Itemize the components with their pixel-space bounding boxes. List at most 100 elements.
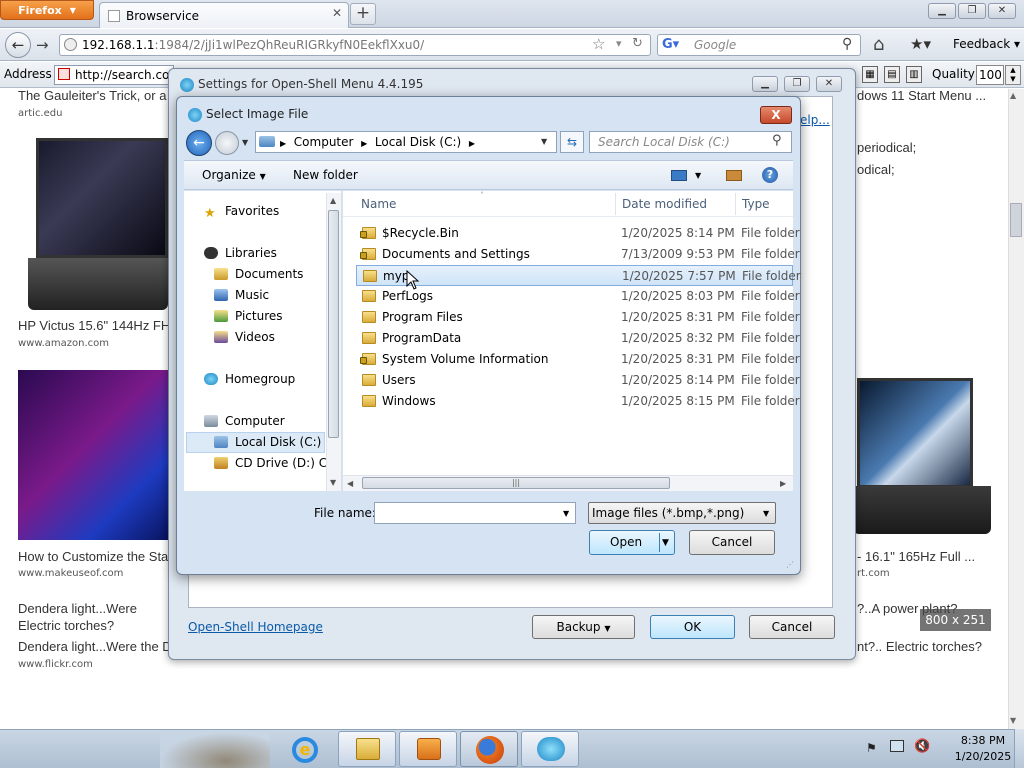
refresh-icon[interactable]: ⇆ [560,131,584,153]
dialog-cancel-button[interactable]: Cancel [689,530,775,555]
file-row[interactable]: Windows 1/20/2025 8:15 PM File folder [356,391,800,412]
file-type-select[interactable]: Image files (*.bmp,*.png) [588,502,776,524]
bookmarks-menu-icon[interactable]: ★▾ [910,35,931,53]
column-header-type[interactable]: Type [742,197,770,211]
dialog-close-button[interactable]: X [760,106,792,124]
quality-input[interactable]: 100 [976,65,1004,85]
column-divider[interactable] [735,193,736,215]
search-icon[interactable]: ⚲ [842,36,852,52]
new-folder-button[interactable]: New folder [293,168,358,182]
column-header-date[interactable]: Date modified [622,197,707,211]
nav-music[interactable]: Music [214,288,269,302]
taskbar-clock[interactable]: 8:38 PM 1/20/2025 [946,733,1020,765]
scroll-down-icon[interactable]: ▼ [330,478,336,487]
column-header-name[interactable]: Name [361,197,396,211]
nav-cd-drive[interactable]: CD Drive (D:) CDI [214,456,326,470]
back-button[interactable]: ← [5,32,31,58]
history-dropdown-icon[interactable]: ▾ [616,37,622,50]
forward-arrow-icon[interactable] [215,131,239,155]
show-desktop-button[interactable] [1014,729,1024,768]
file-row[interactable]: $Recycle.Bin 1/20/2025 8:14 PM File folder [356,223,800,244]
nav-homegroup[interactable]: Homegroup [204,372,295,386]
back-arrow-icon[interactable]: ← [186,130,212,156]
reload-icon[interactable]: ↻ [632,36,643,51]
nav-computer[interactable]: Computer [204,414,285,428]
backup-button[interactable]: Backup ▼ [532,615,635,639]
recent-locations-icon[interactable]: ▼ [242,138,248,147]
breadcrumb-local-disk[interactable]: Local Disk (C:) [375,135,461,149]
nav-pictures[interactable]: Pictures [214,309,283,323]
settings-close-button[interactable]: ✕ [816,76,842,92]
file-row[interactable]: PerfLogs 1/20/2025 8:03 PM File folder [356,286,800,307]
result-title[interactable]: How to Customize the Sta [18,549,168,564]
maximize-button[interactable]: ❐ [958,3,986,19]
taskbar-media-button[interactable] [399,731,457,767]
settings-maximize-button[interactable]: ❐ [784,76,810,92]
path-dropdown-icon[interactable]: ▼ [541,137,547,146]
file-row[interactable]: myp 1/20/2025 7:57 PM File folder [356,265,801,286]
home-icon[interactable]: ⌂ [873,34,884,55]
file-row[interactable]: System Volume Information 1/20/2025 8:31 … [356,349,800,370]
nav-scrollbar-thumb[interactable] [328,210,339,438]
file-row[interactable]: Program Files 1/20/2025 8:31 PM File folde… [356,307,800,328]
minimize-button[interactable]: ▁ [928,3,956,19]
open-shell-homepage-link[interactable]: Open-Shell Homepage [188,620,323,634]
view-dropdown-icon[interactable]: ▼ [695,171,701,180]
file-name-dropdown-icon[interactable]: ▼ [563,509,569,518]
quality-stepper[interactable]: ▲ ▼ [1005,65,1021,85]
file-name-input[interactable] [374,502,576,524]
settings-minimize-button[interactable]: ▁ [752,76,778,92]
ok-button[interactable]: OK [650,615,735,639]
result-title[interactable]: The Gauleiter's Trick, or a [18,88,166,103]
nav-documents[interactable]: Documents [214,267,303,281]
google-icon[interactable]: G▾ [662,37,679,52]
scroll-up-icon[interactable]: ▲ [330,196,336,205]
change-view-icon[interactable] [671,170,687,181]
tab-browservice[interactable]: Browservice [99,2,349,28]
url-bar[interactable]: 192.168.1.1:1984/2/jJi1wlPezQhReuRIGRkyf… [59,34,651,56]
result-title[interactable]: Dendera light...Were the D [18,639,172,654]
result-title[interactable]: HP Victus 15.6" 144Hz FH [18,318,170,333]
download-icon[interactable]: ▥ [906,66,922,83]
close-window-button[interactable]: ✕ [988,3,1016,19]
organize-button[interactable]: Organize ▼ [202,168,266,182]
site-identity-icon[interactable] [64,38,77,51]
open-dropdown-icon[interactable]: ▼ [662,538,669,548]
volume-muted-icon[interactable]: 🔇 [914,739,930,754]
scroll-right-icon[interactable]: ▶ [780,479,786,488]
address-input[interactable]: http://search.coll [54,65,174,85]
bookmark-star-icon[interactable]: ☆ [592,35,605,53]
find-icon[interactable]: ▦ [862,66,878,83]
search-icon[interactable]: ⚲ [772,133,782,148]
search-input[interactable]: Search Local Disk (C:) [589,131,792,153]
forward-button[interactable]: → [36,36,49,54]
scroll-up-icon[interactable]: ▲ [1010,91,1016,100]
nav-libraries[interactable]: Libraries [204,246,277,260]
start-menu-image[interactable] [18,370,168,540]
action-center-flag-icon[interactable]: ⚑ [866,741,877,755]
file-type-dropdown-icon[interactable]: ▼ [763,509,769,518]
settings-cancel-button[interactable]: Cancel [749,615,835,639]
nav-favorites[interactable]: ★ Favorites [204,204,279,221]
help-link[interactable]: elp... [800,113,830,127]
new-tab-button[interactable]: + [350,3,376,25]
taskbar-explorer-button[interactable] [338,731,396,767]
file-row[interactable]: ProgramData 1/20/2025 8:32 PM File folder [356,328,800,349]
scroll-down-icon[interactable]: ▼ [1010,716,1016,725]
help-icon[interactable]: ? [762,167,778,183]
breadcrumb-computer[interactable]: Computer [294,135,354,149]
result-title[interactable]: nt?.. Electric torches? [857,639,982,654]
nav-local-disk[interactable]: Local Disk (C:) [214,435,321,449]
column-divider[interactable] [615,193,616,215]
horizontal-scrollbar-thumb[interactable]: ||| [362,477,670,489]
firefox-menu-button[interactable]: Firefox ▼ [0,0,94,20]
clipboard-icon[interactable]: ▤ [884,66,900,83]
file-row[interactable]: Users 1/20/2025 8:14 PM File folder [356,370,800,391]
page-scrollbar[interactable] [1008,89,1024,729]
close-tab-icon[interactable]: ✕ [330,6,344,20]
gaming-laptop-image[interactable] [853,378,992,534]
file-row[interactable]: Documents and Settings 7/13/2009 9:53 PM F… [356,244,800,265]
taskbar-firefox-button[interactable] [460,731,518,767]
broken-image-alt[interactable]: Dendera light...Were [18,601,137,616]
preview-pane-icon[interactable] [726,170,742,181]
